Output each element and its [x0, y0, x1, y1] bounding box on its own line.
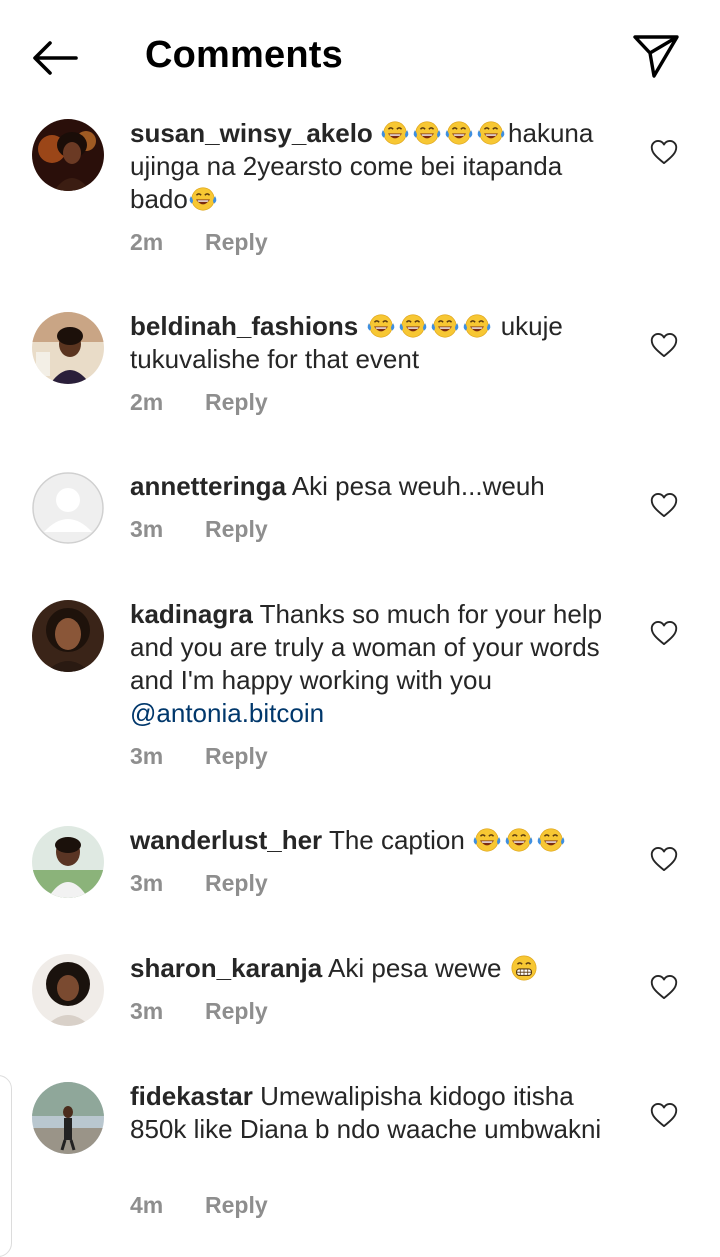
laughing-tears-emoji-icon: [380, 119, 410, 147]
mention-link[interactable]: @antonia.bitcoin: [130, 698, 324, 728]
comment-text: annetteringa Aki pesa weuh...weuh: [130, 470, 620, 503]
comment-meta: 3m Reply: [130, 743, 268, 770]
floating-panel-edge: [0, 1075, 12, 1257]
laughing-tears-emoji-icon: [430, 312, 460, 340]
heart-icon[interactable]: [650, 139, 678, 165]
grinning-emoji-icon: [509, 954, 539, 982]
comment-meta: 3m Reply: [130, 998, 268, 1025]
avatar[interactable]: [32, 312, 104, 384]
comment-meta: 2m Reply: [130, 389, 268, 416]
heart-icon[interactable]: [650, 492, 678, 518]
comment-meta: 4m Reply: [130, 1192, 268, 1219]
comment-username[interactable]: sharon_karanja: [130, 953, 322, 983]
avatar[interactable]: [32, 826, 104, 898]
reply-button[interactable]: Reply: [205, 870, 268, 896]
avatar[interactable]: [32, 1082, 104, 1154]
comment-meta: 2m Reply: [130, 229, 268, 256]
reply-button[interactable]: Reply: [205, 229, 268, 255]
laughing-tears-emoji-icon: [366, 312, 396, 340]
comment-body: Aki pesa wewe: [328, 953, 502, 983]
comment-username[interactable]: susan_winsy_akelo: [130, 118, 373, 148]
arrow-left-icon: [33, 41, 78, 75]
comment-time: 3m: [130, 743, 164, 769]
avatar[interactable]: [32, 954, 104, 1026]
comment-username[interactable]: fidekastar: [130, 1081, 253, 1111]
avatar[interactable]: [32, 600, 104, 672]
laughing-tears-emoji-icon: [504, 826, 534, 854]
reply-button[interactable]: Reply: [205, 998, 268, 1024]
comment-text: susan_winsy_akelo hakuna ujinga na 2year…: [130, 117, 620, 216]
reply-button[interactable]: Reply: [205, 743, 268, 769]
heart-icon[interactable]: [650, 332, 678, 358]
laughing-tears-emoji-icon: [444, 119, 474, 147]
comment-meta: 3m Reply: [130, 870, 268, 897]
laughing-tears-emoji-icon: [462, 312, 492, 340]
reply-button[interactable]: Reply: [205, 516, 268, 542]
back-button[interactable]: [22, 28, 88, 88]
share-button[interactable]: [626, 26, 686, 86]
heart-icon[interactable]: [650, 1102, 678, 1128]
comment-time: 2m: [130, 389, 164, 415]
comment-time: 3m: [130, 870, 164, 896]
comment-time: 2m: [130, 229, 164, 255]
comment-username[interactable]: kadinagra: [130, 599, 253, 629]
comment-text: fidekastar Umewalipisha kidogo itisha 85…: [130, 1080, 620, 1146]
header-bar: Comments: [0, 0, 720, 110]
comment-text: beldinah_fashions ukuje tukuvalishe for …: [130, 310, 620, 376]
comment-meta: 3m Reply: [130, 516, 268, 543]
reply-button[interactable]: Reply: [205, 1192, 268, 1218]
comment-time: 3m: [130, 998, 164, 1024]
comment-username[interactable]: wanderlust_her: [130, 825, 322, 855]
comment-username[interactable]: beldinah_fashions: [130, 311, 358, 341]
reply-button[interactable]: Reply: [205, 389, 268, 415]
comment-text: sharon_karanja Aki pesa wewe: [130, 952, 620, 985]
comment-body: Aki pesa weuh...weuh: [291, 471, 545, 501]
comment-username[interactable]: annetteringa: [130, 471, 286, 501]
avatar-placeholder[interactable]: [32, 472, 104, 544]
comment-text: kadinagra Thanks so much for your help a…: [130, 598, 620, 730]
comment-time: 3m: [130, 516, 164, 542]
comment-body: The caption: [328, 825, 465, 855]
laughing-tears-emoji-icon: [476, 119, 506, 147]
laughing-tears-emoji-icon: [188, 185, 218, 213]
comment-text: wanderlust_her The caption: [130, 824, 620, 857]
heart-icon[interactable]: [650, 620, 678, 646]
avatar[interactable]: [32, 119, 104, 191]
laughing-tears-emoji-icon: [536, 826, 566, 854]
heart-icon[interactable]: [650, 974, 678, 1000]
laughing-tears-emoji-icon: [398, 312, 428, 340]
heart-icon[interactable]: [650, 846, 678, 872]
paper-plane-icon: [633, 35, 679, 78]
laughing-tears-emoji-icon: [412, 119, 442, 147]
laughing-tears-emoji-icon: [472, 826, 502, 854]
comment-time: 4m: [130, 1192, 164, 1218]
page-title: Comments: [145, 34, 343, 76]
